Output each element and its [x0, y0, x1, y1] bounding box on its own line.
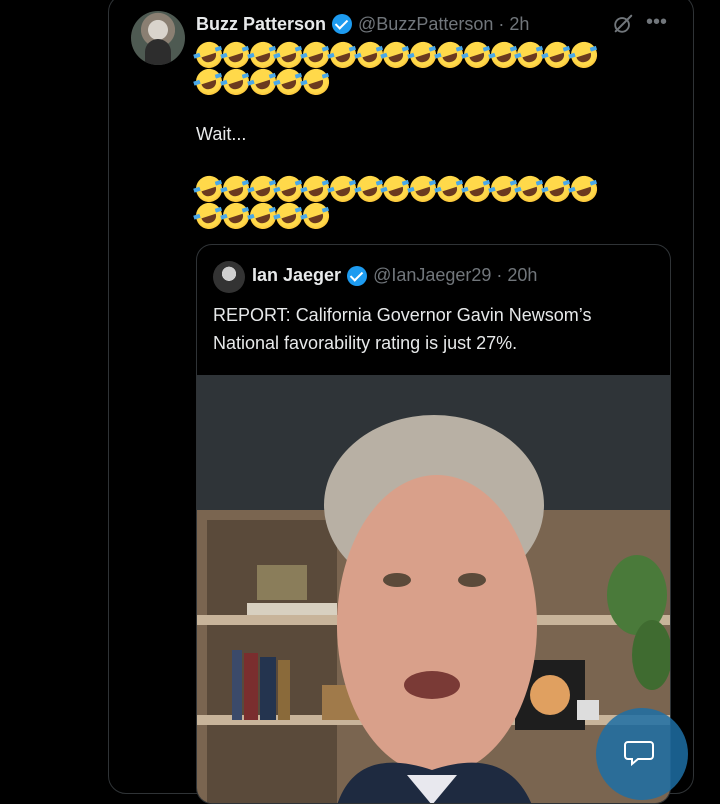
author-avatar[interactable] — [131, 11, 185, 65]
picture-frame — [257, 565, 307, 600]
quoted-author-avatar[interactable] — [213, 261, 245, 293]
rofl-emoji-icon — [567, 172, 600, 205]
verified-badge-icon — [347, 265, 368, 286]
verified-badge-icon — [332, 14, 353, 34]
quoted-tweet-header: Ian Jaeger @IanJaeger29 · 20h — [252, 265, 537, 286]
tweet-text: Wait... — [196, 124, 247, 144]
grok-chat-icon — [624, 741, 654, 766]
more-icon[interactable]: ••• — [646, 12, 667, 32]
quoted-tweet-text-line: REPORT: California Governor Gavin Newsom… — [213, 305, 592, 325]
quoted-tweet-text-line: National favorability rating is just 27%… — [213, 333, 518, 353]
grok-icon[interactable] — [612, 13, 634, 35]
rofl-emoji-icon — [567, 38, 600, 71]
quoted-tweet-card[interactable]: Ian Jaeger @IanJaeger29 · 20h REPORT: Ca… — [196, 244, 671, 804]
author-handle-and-time[interactable]: @BuzzPatterson · 2h — [358, 14, 529, 35]
author-name[interactable]: Buzz Patterson — [196, 14, 326, 35]
rofl-emoji-icon — [299, 199, 333, 232]
rofl-emoji-icon — [299, 65, 333, 98]
quoted-author-name[interactable]: Ian Jaeger — [252, 265, 341, 286]
quoted-tweet-text: REPORT: California Governor Gavin Newsom… — [213, 301, 653, 357]
quoted-author-handle-and-time[interactable]: @IanJaeger29 · 20h — [373, 265, 537, 286]
emoji-row — [192, 199, 333, 232]
person-face — [337, 475, 537, 775]
emoji-row — [192, 172, 600, 205]
emoji-row — [192, 65, 333, 98]
tweet-header: Buzz Patterson @BuzzPatterson · 2h — [196, 12, 529, 36]
emoji-row — [192, 38, 600, 71]
